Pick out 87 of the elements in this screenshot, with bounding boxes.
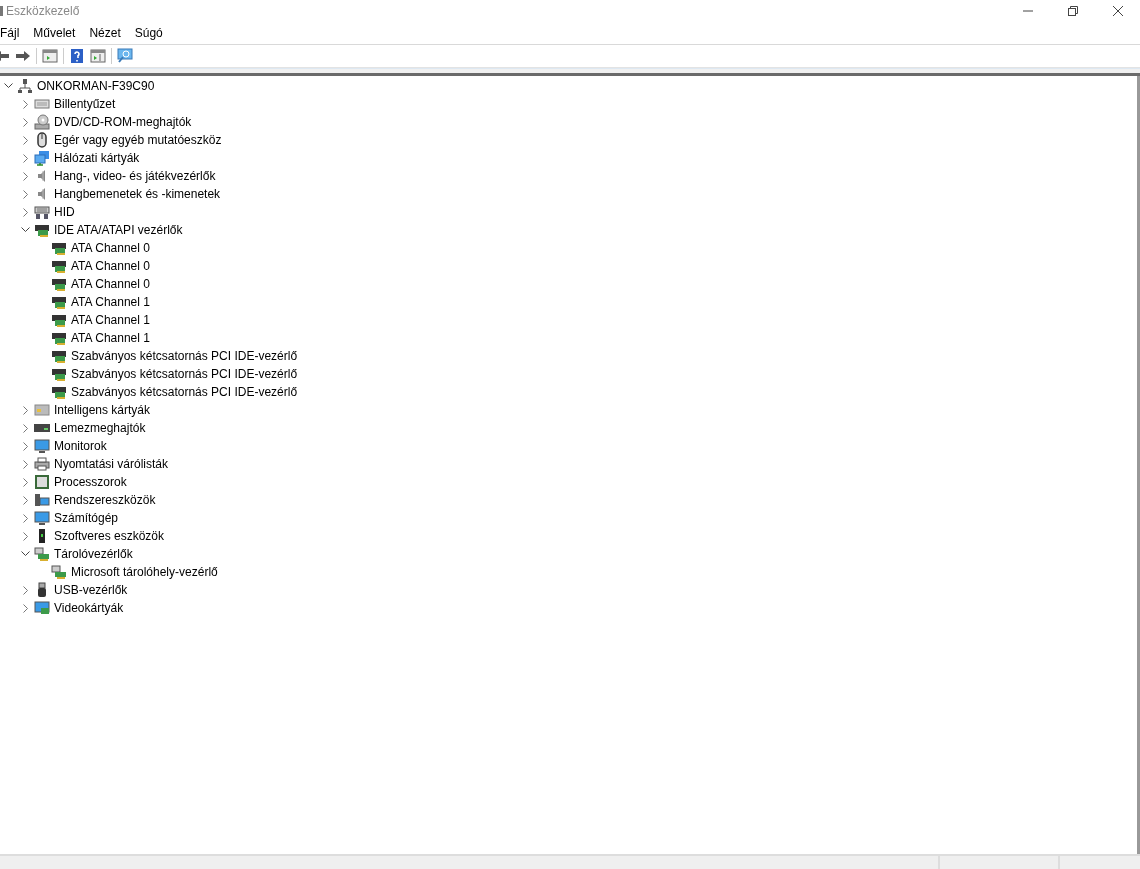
chevron-down-icon[interactable] xyxy=(21,551,30,557)
chevron-right-icon[interactable] xyxy=(22,423,29,433)
printer-icon xyxy=(34,456,50,472)
controller-card-icon xyxy=(51,312,67,328)
tree-item-label[interactable]: ATA Channel 0 xyxy=(71,277,150,291)
tree-item-label[interactable]: Szabványos kétcsatornás PCI IDE-vezérlő xyxy=(71,349,298,363)
network-icon xyxy=(34,150,50,166)
tree-item-label[interactable]: Rendszereszközök xyxy=(54,493,156,507)
controller-card-icon xyxy=(51,330,67,346)
window-pane-icon[interactable] xyxy=(90,48,106,64)
tree-item-label[interactable]: Hang-, video- és játékvezérlők xyxy=(54,169,216,183)
tree-item-label[interactable]: Monitorok xyxy=(54,439,107,453)
system-devices-icon xyxy=(34,492,50,508)
close-icon xyxy=(1112,6,1123,16)
chevron-down-icon[interactable] xyxy=(4,83,13,89)
controller-card-icon xyxy=(51,294,67,310)
monitor-search-icon[interactable] xyxy=(117,48,133,64)
forward-arrow-icon[interactable] xyxy=(15,48,31,64)
chevron-right-icon[interactable] xyxy=(22,171,29,181)
tree-item-label[interactable]: Billentyűzet xyxy=(54,97,116,111)
chevron-right-icon[interactable] xyxy=(22,603,29,613)
controller-card-icon xyxy=(51,276,67,292)
chevron-right-icon[interactable] xyxy=(22,99,29,109)
processor-icon xyxy=(34,474,50,490)
controller-card-icon xyxy=(51,348,67,364)
tree-item-label[interactable]: Szabványos kétcsatornás PCI IDE-vezérlő xyxy=(71,385,298,399)
tree-item-label[interactable]: Tárolóvezérlők xyxy=(54,547,133,561)
tree-item-label[interactable]: ATA Channel 0 xyxy=(71,241,150,255)
menu-item[interactable]: Nézet xyxy=(82,26,128,40)
controller-card-icon xyxy=(51,258,67,274)
card-icon xyxy=(34,402,50,418)
tree-item-label[interactable]: Processzorok xyxy=(54,475,127,489)
properties-window-icon[interactable] xyxy=(42,48,58,64)
chevron-right-icon[interactable] xyxy=(22,513,29,523)
tree-item-label[interactable]: Videokártyák xyxy=(54,601,124,615)
chevron-right-icon[interactable] xyxy=(22,207,29,217)
menu-item[interactable]: Művelet xyxy=(26,26,83,40)
tree-item-label[interactable]: HID xyxy=(54,205,75,219)
tree-item-label[interactable]: Szoftveres eszközök xyxy=(54,529,165,543)
chevron-down-icon[interactable] xyxy=(21,227,30,233)
chevron-right-icon[interactable] xyxy=(22,189,29,199)
tree-item-label[interactable]: IDE ATA/ATAPI vezérlők xyxy=(54,223,183,237)
tree-item-label[interactable]: Számítógép xyxy=(54,511,119,525)
menu-item[interactable]: Súgó xyxy=(127,26,170,40)
controller-card-icon xyxy=(51,240,67,256)
help-icon[interactable] xyxy=(69,48,85,64)
storage-controller-icon xyxy=(34,546,50,562)
tree-item-label[interactable]: Microsoft tárolóhely-vezérlő xyxy=(71,565,218,579)
tree-item-label[interactable]: Egér vagy egyéb mutatóeszköz xyxy=(54,133,222,147)
chevron-right-icon[interactable] xyxy=(22,477,29,487)
tree-item-label[interactable]: ATA Channel 1 xyxy=(71,331,150,345)
controller-card-icon xyxy=(34,222,50,238)
hid-icon xyxy=(34,204,50,220)
controller-card-icon xyxy=(51,384,67,400)
network-computer-icon xyxy=(17,78,33,94)
tree-item-label[interactable]: Lemezmeghajtók xyxy=(54,421,146,435)
display-adapter-icon xyxy=(34,600,50,616)
chevron-right-icon[interactable] xyxy=(22,405,29,415)
controller-card-icon xyxy=(51,366,67,382)
chevron-right-icon[interactable] xyxy=(22,495,29,505)
chevron-right-icon[interactable] xyxy=(22,459,29,469)
chevron-right-icon[interactable] xyxy=(22,135,29,145)
tree-item-label[interactable]: Nyomtatási várólisták xyxy=(54,457,169,471)
disc-drive-icon xyxy=(34,114,50,130)
chevron-right-icon[interactable] xyxy=(22,585,29,595)
chevron-right-icon[interactable] xyxy=(22,153,29,163)
tree-item-label[interactable]: ATA Channel 0 xyxy=(71,259,150,273)
monitor-icon xyxy=(34,438,50,454)
tree-item-label[interactable]: DVD/CD-ROM-meghajtók xyxy=(54,115,192,129)
window-title: Eszközkezelő xyxy=(6,4,80,18)
chevron-right-icon[interactable] xyxy=(22,531,29,541)
tree-item-label[interactable]: ONKORMAN-F39C90 xyxy=(37,79,155,93)
menu-item[interactable]: Fájl xyxy=(0,26,27,40)
tree-item-label[interactable]: USB-vezérlők xyxy=(54,583,128,597)
tree-item-label[interactable]: Hangbemenetek és -kimenetek xyxy=(54,187,221,201)
keyboard-icon xyxy=(34,96,50,112)
tree-item-label[interactable]: ATA Channel 1 xyxy=(71,313,150,327)
mouse-icon xyxy=(34,132,50,148)
tree-item-label[interactable]: ATA Channel 1 xyxy=(71,295,150,309)
tree-item-label[interactable]: Intelligens kártyák xyxy=(54,403,151,417)
monitor-icon xyxy=(34,510,50,526)
tree-item-label[interactable]: Szabványos kétcsatornás PCI IDE-vezérlő xyxy=(71,367,298,381)
restore-icon xyxy=(1067,6,1078,16)
chevron-right-icon[interactable] xyxy=(22,117,29,127)
tree-item-label[interactable]: Hálózati kártyák xyxy=(54,151,140,165)
chevron-right-icon[interactable] xyxy=(22,441,29,451)
storage-controller-icon xyxy=(51,564,67,580)
